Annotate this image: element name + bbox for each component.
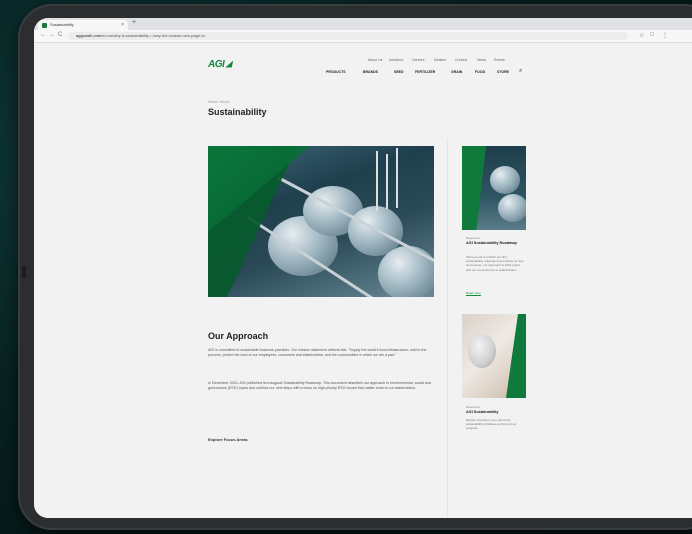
explore-focus-areas-heading: Explore Focus Areas (208, 437, 248, 442)
card-green-overlay (462, 146, 486, 230)
main-nav-item[interactable]: FOOD (475, 70, 485, 74)
card2-label: Resources (466, 405, 481, 409)
util-nav-item[interactable]: About Us (368, 58, 382, 62)
roadmap-card-image[interactable] (462, 146, 526, 230)
approach-heading: Our Approach (208, 331, 269, 341)
sustainability-card-image[interactable] (462, 314, 526, 398)
util-nav-item[interactable]: Investors (389, 58, 403, 62)
silo-shape (498, 194, 526, 222)
approach-paragraph: AGI is committed to sustainable business… (208, 348, 427, 358)
browser-tab[interactable]: Sustainability × (38, 20, 128, 30)
favicon-icon (42, 23, 47, 28)
util-nav-item[interactable]: Events (494, 58, 505, 62)
tablet-camera (22, 266, 26, 278)
laptop-shape (468, 334, 496, 368)
card1-label: Resources (466, 236, 481, 240)
url-path: /en-us/why-is-sustainability • /way-the-… (101, 33, 205, 38)
hero-green-overlay (208, 146, 434, 297)
web-page: AGI About Us Investors Careers Dealers C… (34, 43, 692, 518)
main-nav-item[interactable]: BRANDS (363, 70, 378, 74)
breadcrumb[interactable]: Home / About (208, 100, 229, 104)
logo-leaf-icon (225, 60, 234, 68)
column-divider (447, 138, 448, 518)
util-nav-item[interactable]: Dealers (434, 58, 446, 62)
back-icon[interactable]: ← (40, 32, 46, 38)
main-nav-item[interactable]: SEED (394, 70, 404, 74)
logo-text: AGI (208, 58, 225, 70)
main-nav-item[interactable]: STORE (497, 70, 509, 74)
site-logo[interactable]: AGI (208, 58, 234, 70)
browser-address-bar: ← → C aggrowth.com/en-us/why-is-sustaina… (34, 30, 692, 43)
util-nav-item[interactable]: Contact (455, 58, 467, 62)
main-nav-item[interactable]: GRAIN (451, 70, 462, 74)
url-host: aggrowth.com (76, 33, 102, 38)
bookmark-star-icon[interactable]: ☆ (639, 32, 644, 39)
url-input[interactable]: aggrowth.com/en-us/why-is-sustainability… (68, 32, 628, 40)
card2-title[interactable]: AGI Sustainability (466, 410, 524, 415)
card1-text: We're proud to publish our first sustain… (466, 255, 524, 272)
reload-icon[interactable]: C (58, 32, 62, 38)
new-tab-button[interactable]: + (132, 19, 136, 26)
tab-title: Sustainability (50, 22, 74, 27)
util-nav-item[interactable]: News (477, 58, 486, 62)
card1-link[interactable]: Read more (466, 291, 481, 295)
main-nav-item[interactable]: FERTILIZER (415, 70, 435, 74)
page-title: Sustainability (208, 107, 267, 117)
main-nav-item[interactable]: PRODUCTS (326, 70, 346, 74)
extensions-icon[interactable]: □ (650, 32, 654, 38)
browser-tab-bar: Sustainability × + (34, 18, 692, 30)
forward-icon[interactable]: → (49, 32, 55, 38)
search-icon[interactable]: ⌕ (519, 68, 522, 75)
card2-text: Explore and learn more about the sustain… (466, 418, 517, 431)
tablet-screen: Sustainability × + ← → C aggrowth.com/en… (34, 18, 692, 518)
card1-title[interactable]: AGI Sustainability Roadmap (466, 241, 524, 246)
hero-image (208, 146, 434, 297)
util-nav-item[interactable]: Careers (412, 58, 424, 62)
tablet-frame: Sustainability × + ← → C aggrowth.com/en… (18, 4, 692, 530)
approach-paragraph: In December 2024, AGI published its inau… (208, 381, 431, 391)
browser-menu-icon[interactable]: ⋮ (662, 32, 668, 39)
card-green-overlay (506, 314, 526, 398)
silo-shape (490, 166, 520, 194)
tab-close-icon[interactable]: × (121, 20, 124, 30)
